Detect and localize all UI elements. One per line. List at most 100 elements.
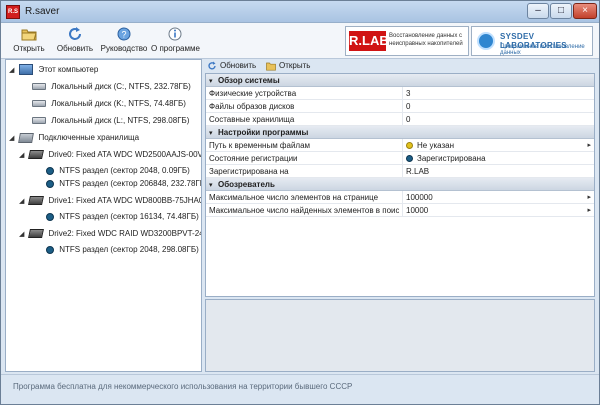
property-name: Путь к временным файлам — [209, 141, 311, 150]
app-icon: R.S — [6, 5, 20, 19]
tree-label: NTFS раздел (сектор 2048, 0.09ГБ) — [59, 166, 190, 175]
tree-item-drive2[interactable]: ◢ Drive2: Fixed WDC RAID WD3200BPVT-24JJ… — [19, 227, 202, 242]
property-row[interactable]: Путь к временным файлам Не указан ▸ — [206, 139, 594, 152]
about-label: О программе — [151, 44, 200, 53]
tree-label: NTFS раздел (сектор 16134, 74.48ГБ) — [59, 212, 199, 221]
sysdev-logo[interactable]: SYSDEV LABORATORIES Программное восстано… — [471, 26, 593, 56]
collapse-arrow-icon[interactable]: ◢ — [19, 228, 27, 242]
tree-label: Drive2: Fixed WDC RAID WD3200BPVT-24JJS — [48, 229, 202, 238]
property-value: Зарегистрирована — [417, 154, 486, 163]
partition-icon — [46, 212, 54, 221]
category-browser[interactable]: ▾ Обозреватель — [206, 178, 594, 191]
collapse-arrow-icon[interactable]: ◢ — [19, 149, 27, 163]
property-name: Максимальное число элементов на странице — [209, 193, 379, 202]
tree-label: NTFS раздел (сектор 206848, 232.78ГБ) — [59, 179, 202, 188]
property-value: 0 — [402, 113, 588, 126]
svg-text:?: ? — [121, 30, 126, 40]
expand-chevron-icon[interactable]: ▸ — [587, 191, 591, 204]
tree-label: Локальный диск (L:, NTFS, 298.08ГБ) — [51, 116, 190, 125]
properties-open-label: Открыть — [279, 61, 311, 70]
tree-item-volume-k[interactable]: Локальный диск (K:, NTFS, 74.48ГБ) — [32, 97, 186, 111]
property-row[interactable]: Файлы образов дисков 0 — [206, 100, 594, 113]
property-grid[interactable]: ▾ Обзор системы Физические устройства 3 Ф… — [205, 73, 595, 297]
partition-icon — [46, 179, 54, 188]
refresh-label: Обновить — [56, 44, 94, 53]
collapse-arrow-icon[interactable]: ◢ — [19, 195, 27, 209]
tree-item-partition[interactable]: NTFS раздел (сектор 16134, 74.48ГБ) — [46, 210, 199, 224]
open-button[interactable]: Открыть — [11, 26, 47, 58]
manual-icon: ? — [117, 27, 131, 41]
about-button[interactable]: О программе — [151, 26, 200, 58]
open-folder-icon — [21, 29, 37, 41]
partition-icon — [46, 166, 54, 175]
registered-dot-icon — [406, 155, 413, 163]
refresh-icon — [208, 61, 216, 70]
rlab-logo-mark: R.LAB — [349, 31, 389, 51]
tree-item-partition[interactable]: NTFS раздел (сектор 2048, 0.09ГБ) — [46, 164, 190, 178]
category-title: Настройки программы — [218, 128, 309, 137]
tree-item-partition[interactable]: NTFS раздел (сектор 206848, 232.78ГБ) — [46, 177, 202, 191]
device-tree[interactable]: ◢ Этот компьютер Локальный диск (C:, NTF… — [5, 59, 202, 372]
property-value: R.LAB — [402, 165, 588, 178]
hard-disk-icon — [28, 196, 45, 206]
property-name: Состояние регистрации — [209, 154, 298, 163]
property-value: 100000 — [402, 191, 588, 204]
sysdev-logo-icon — [477, 32, 495, 50]
info-icon — [168, 27, 182, 41]
category-title: Обозреватель — [218, 180, 275, 189]
category-overview[interactable]: ▾ Обзор системы — [206, 74, 594, 87]
collapse-arrow-icon[interactable]: ◢ — [9, 64, 17, 78]
property-name: Составные хранилища — [209, 115, 295, 124]
property-row[interactable]: Физические устройства 3 — [206, 87, 594, 100]
manual-label: Руководство — [100, 44, 148, 53]
tree-item-volume-c[interactable]: Локальный диск (C:, NTFS, 232.78ГБ) — [32, 80, 191, 94]
hard-disk-icon — [28, 229, 45, 239]
property-row[interactable]: Зарегистрирована на R.LAB — [206, 165, 594, 178]
app-window: R.S R.saver – □ × Открыть Обновить ? Рук… — [0, 0, 600, 405]
refresh-button[interactable]: Обновить — [54, 26, 96, 58]
tree-item-partition[interactable]: NTFS раздел (сектор 2048, 298.08ГБ) — [46, 243, 199, 257]
status-bar: Программа бесплатна для некоммерческого … — [1, 374, 599, 404]
tree-label: Локальный диск (K:, NTFS, 74.48ГБ) — [51, 99, 186, 108]
rlab-caption: Восстановление данных с неисправных нако… — [389, 33, 463, 47]
property-row[interactable]: Максимальное число найденных элементов в… — [206, 204, 594, 217]
rlab-logo[interactable]: R.LAB Восстановление данных с неисправны… — [345, 26, 469, 56]
properties-toolbar: Обновить Открыть — [205, 59, 595, 73]
local-drive-icon — [32, 117, 46, 125]
hard-disk-icon — [28, 150, 45, 160]
warning-dot-icon — [406, 142, 413, 150]
manual-button[interactable]: ? Руководство — [99, 26, 149, 58]
category-settings[interactable]: ▾ Настройки программы — [206, 126, 594, 139]
local-drive-icon — [32, 83, 46, 91]
sysdev-caption: Программное восстановление данных — [500, 44, 585, 56]
properties-open-button[interactable]: Открыть — [266, 60, 310, 72]
tree-item-volume-l[interactable]: Локальный диск (L:, NTFS, 298.08ГБ) — [32, 114, 189, 128]
property-value: 0 — [402, 100, 588, 113]
tree-item-connected-storages[interactable]: ◢ Подключенные хранилища — [9, 131, 139, 145]
tree-item-drive1[interactable]: ◢ Drive1: Fixed ATA WDC WD800BB-75JHA0 — [19, 194, 201, 209]
property-row[interactable]: Составные хранилища 0 — [206, 113, 594, 126]
close-button[interactable]: × — [573, 3, 597, 19]
storage-icon — [18, 132, 35, 143]
property-name: Физические устройства — [209, 89, 297, 98]
tree-label: Локальный диск (C:, NTFS, 232.78ГБ) — [51, 82, 191, 91]
expand-chevron-icon[interactable]: ▸ — [587, 139, 591, 152]
properties-refresh-button[interactable]: Обновить — [207, 60, 256, 72]
partition-icon — [46, 245, 54, 254]
category-title: Обзор системы — [218, 76, 280, 85]
property-row[interactable]: Состояние регистрации Зарегистрирована — [206, 152, 594, 165]
tree-item-this-computer[interactable]: ◢ Этот компьютер — [9, 63, 98, 77]
collapse-arrow-icon[interactable]: ◢ — [9, 132, 17, 146]
property-value: 10000 — [402, 204, 588, 217]
computer-icon — [19, 64, 34, 76]
property-name: Максимальное число найденных элементов в… — [209, 206, 399, 215]
property-value: 3 — [402, 87, 588, 100]
expand-chevron-icon[interactable]: ▸ — [587, 204, 591, 217]
tree-item-drive0[interactable]: ◢ Drive0: Fixed ATA WDC WD2500AAJS-00VTA — [19, 148, 201, 163]
minimize-button[interactable]: – — [527, 3, 549, 19]
tree-label: Подключенные хранилища — [38, 133, 140, 142]
property-row[interactable]: Максимальное число элементов на странице… — [206, 191, 594, 204]
local-drive-icon — [32, 100, 46, 108]
maximize-button[interactable]: □ — [550, 3, 572, 19]
open-label: Открыть — [13, 44, 45, 53]
